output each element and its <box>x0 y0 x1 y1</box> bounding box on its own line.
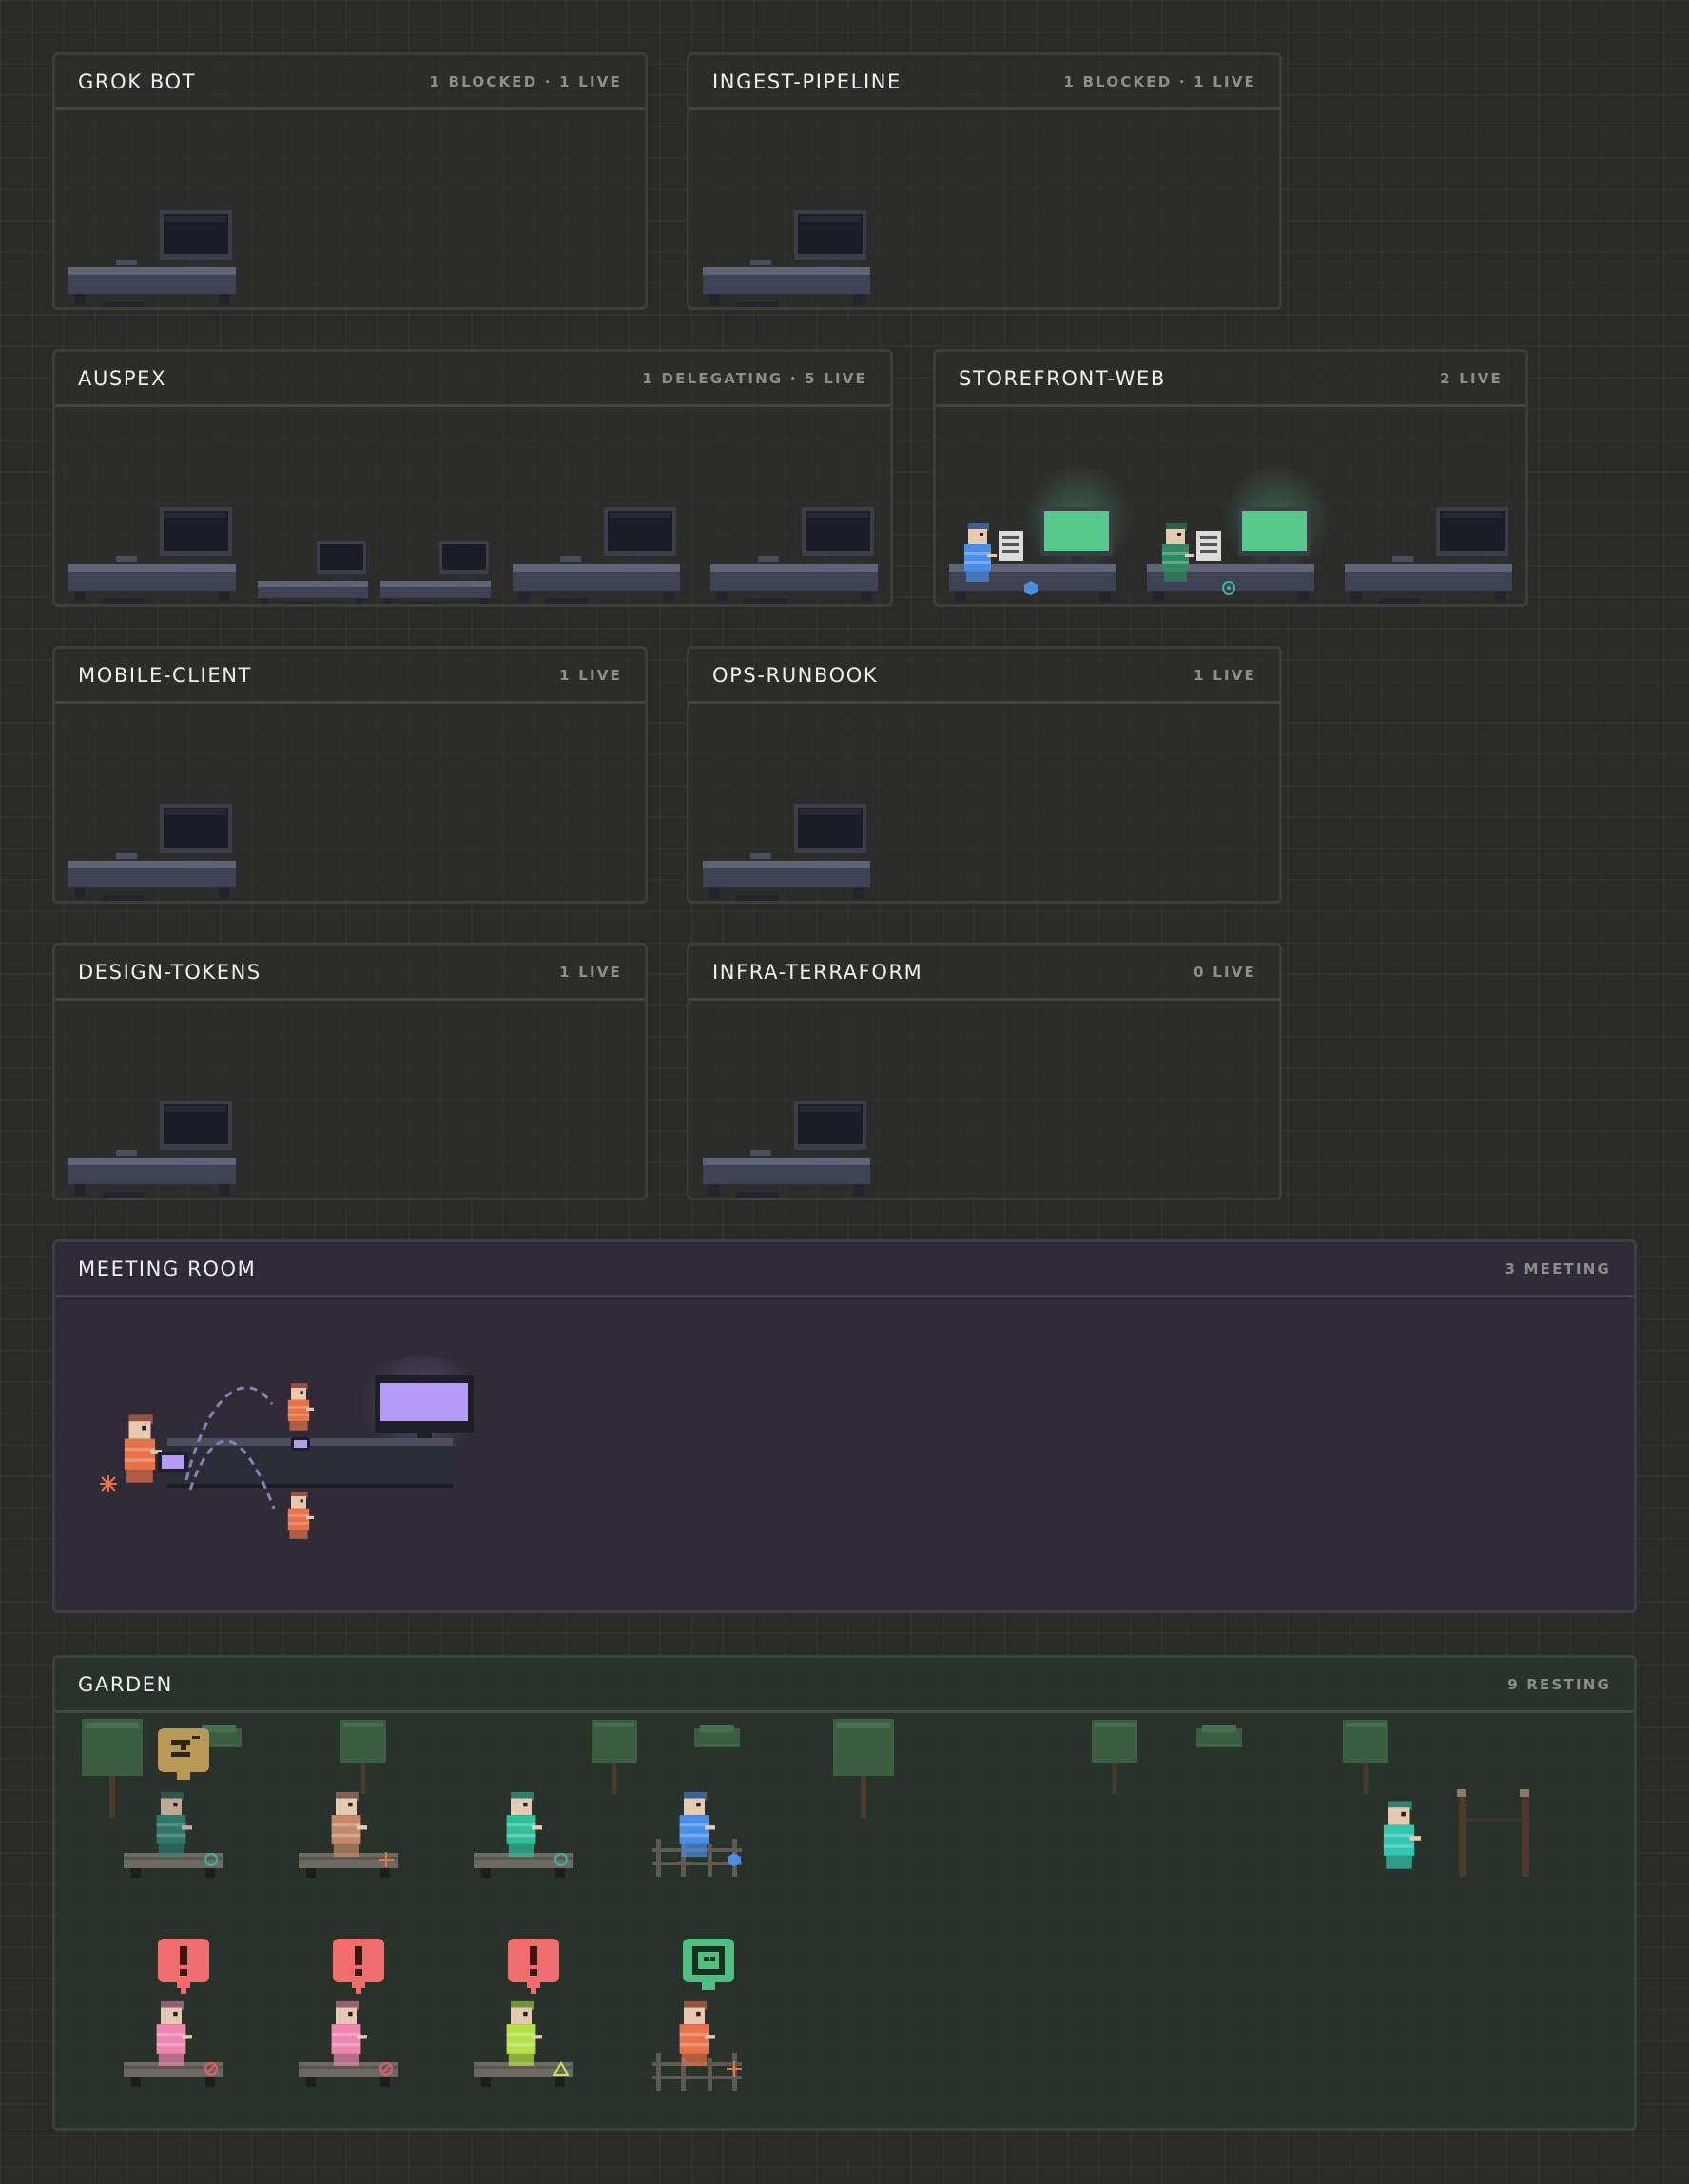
room-title: STOREFRONT-WEB <box>959 366 1166 390</box>
resting-agent-icon <box>500 2000 542 2067</box>
post-icon <box>1457 1789 1529 1877</box>
room-status: 1 BLOCKED · 1 LIVE <box>429 72 622 90</box>
worker-blue-icon <box>959 523 997 582</box>
alert-bubble-icon <box>158 1939 209 1996</box>
room-mobile-client[interactable]: MOBILE-CLIENT 1 LIVE <box>52 646 648 904</box>
room-ops-runbook[interactable]: OPS-RUNBOOK 1 LIVE <box>687 646 1282 904</box>
room-meeting[interactable]: MEETING ROOM 3 MEETING <box>52 1239 1637 1613</box>
room-title: GROK BOT <box>78 69 197 93</box>
resting-agent-icon <box>325 1791 367 1858</box>
tree-icon <box>1092 1719 1137 1795</box>
tree-icon <box>1343 1719 1388 1795</box>
room-garden[interactable]: GARDEN 9 RESTING <box>52 1655 1637 2131</box>
alert-bubble-icon <box>333 1939 384 1996</box>
desk-icon <box>68 804 236 904</box>
presentation-screen-icon <box>375 1375 474 1440</box>
room-grok-bot[interactable]: GROK BOT 1 BLOCKED · 1 LIVE <box>52 52 648 310</box>
tree-icon <box>82 1719 143 1818</box>
small-desk-icon <box>380 541 491 607</box>
room-design-tokens[interactable]: DESIGN-TOKENS 1 LIVE <box>52 943 648 1200</box>
room-auspex[interactable]: AUSPEX 1 DELEGATING · 5 LIVE <box>52 349 893 607</box>
room-status: 0 LIVE <box>1194 963 1256 981</box>
desk-icon <box>703 210 870 310</box>
worker-green-icon <box>1156 523 1194 582</box>
resting-agent-icon <box>150 1791 192 1858</box>
resting-agent-icon <box>673 2000 715 2067</box>
cube-badge-icon <box>1024 581 1038 595</box>
room-header: GROK BOT 1 BLOCKED · 1 LIVE <box>55 55 645 110</box>
spark-icon <box>379 1852 394 1867</box>
room-header: GARDEN 9 RESTING <box>55 1658 1634 1713</box>
alert-bubble-icon <box>508 1939 559 1996</box>
spiral-badge-icon <box>204 1853 218 1866</box>
desk-icon <box>513 507 680 607</box>
room-title: INGEST-PIPELINE <box>712 69 902 93</box>
room-status: 1 LIVE <box>559 666 622 684</box>
desk-icon <box>710 507 878 607</box>
room-status: 1 DELEGATING · 5 LIVE <box>642 369 867 387</box>
laptop-icon <box>291 1437 310 1451</box>
desk-icon <box>68 507 236 607</box>
room-status: 2 LIVE <box>1440 369 1503 387</box>
room-ingest-pipeline[interactable]: INGEST-PIPELINE 1 BLOCKED · 1 LIVE <box>687 52 1282 310</box>
resting-agent-icon <box>500 1791 542 1858</box>
room-header: INGEST-PIPELINE 1 BLOCKED · 1 LIVE <box>689 55 1279 110</box>
status-ok-bubble-icon <box>683 1939 734 1990</box>
room-title: GARDEN <box>78 1672 173 1696</box>
resting-agent-icon <box>325 2000 367 2067</box>
bush-icon <box>1196 1725 1242 1747</box>
laptop-icon <box>158 1452 188 1472</box>
attendee-icon <box>283 1383 314 1431</box>
presenter-icon <box>118 1406 162 1492</box>
tree-icon <box>340 1719 386 1795</box>
room-header: MOBILE-CLIENT 1 LIVE <box>55 649 645 704</box>
room-title: MEETING ROOM <box>78 1257 257 1280</box>
desk-icon <box>68 210 236 310</box>
room-status: 9 RESTING <box>1507 1675 1611 1693</box>
room-status: 1 BLOCKED · 1 LIVE <box>1063 72 1256 90</box>
room-title: INFRA-TERRAFORM <box>712 960 923 984</box>
desk-icon <box>703 1101 870 1200</box>
no-entry-badge-icon <box>379 2062 393 2076</box>
cube-badge-icon <box>728 1853 741 1866</box>
spiral-badge-icon <box>1222 581 1235 595</box>
room-header: AUSPEX 1 DELEGATING · 5 LIVE <box>55 352 890 407</box>
room-status: 1 LIVE <box>559 963 622 981</box>
attendee-icon <box>283 1492 314 1539</box>
resting-agent-icon <box>673 1791 715 1858</box>
no-entry-badge-icon <box>204 2062 218 2076</box>
room-title: MOBILE-CLIENT <box>78 663 252 687</box>
room-status: 3 MEETING <box>1505 1259 1611 1277</box>
small-desk-icon <box>258 541 368 607</box>
room-header: INFRA-TERRAFORM 0 LIVE <box>689 946 1279 1001</box>
room-title: DESIGN-TOKENS <box>78 960 262 984</box>
room-header: STOREFRONT-WEB 2 LIVE <box>936 352 1525 407</box>
document-icon <box>1196 531 1221 561</box>
room-infra-terraform[interactable]: INFRA-TERRAFORM 0 LIVE <box>687 943 1282 1200</box>
triangle-badge-icon <box>553 2061 569 2076</box>
desk-icon <box>703 804 870 904</box>
desk-icon <box>1345 507 1512 607</box>
room-title: OPS-RUNBOOK <box>712 663 879 687</box>
room-title: AUSPEX <box>78 366 166 390</box>
resting-agent-icon <box>150 2000 192 2067</box>
room-status: 1 LIVE <box>1194 666 1256 684</box>
document-icon <box>999 531 1023 561</box>
room-header: OPS-RUNBOOK 1 LIVE <box>689 649 1279 704</box>
tree-icon <box>592 1719 637 1795</box>
room-header: MEETING ROOM 3 MEETING <box>55 1242 1634 1297</box>
room-storefront-web[interactable]: STOREFRONT-WEB 2 LIVE <box>933 349 1528 607</box>
spark-icon <box>727 2061 742 2077</box>
sleep-bubble-icon <box>158 1728 209 1780</box>
standing-agent-icon <box>1377 1791 1421 1879</box>
tree-icon <box>833 1719 894 1818</box>
desk-icon <box>68 1101 236 1200</box>
spiral-badge-icon <box>554 1853 568 1866</box>
spark-icon <box>100 1475 117 1492</box>
bush-icon <box>694 1725 740 1747</box>
room-header: DESIGN-TOKENS 1 LIVE <box>55 946 645 1001</box>
